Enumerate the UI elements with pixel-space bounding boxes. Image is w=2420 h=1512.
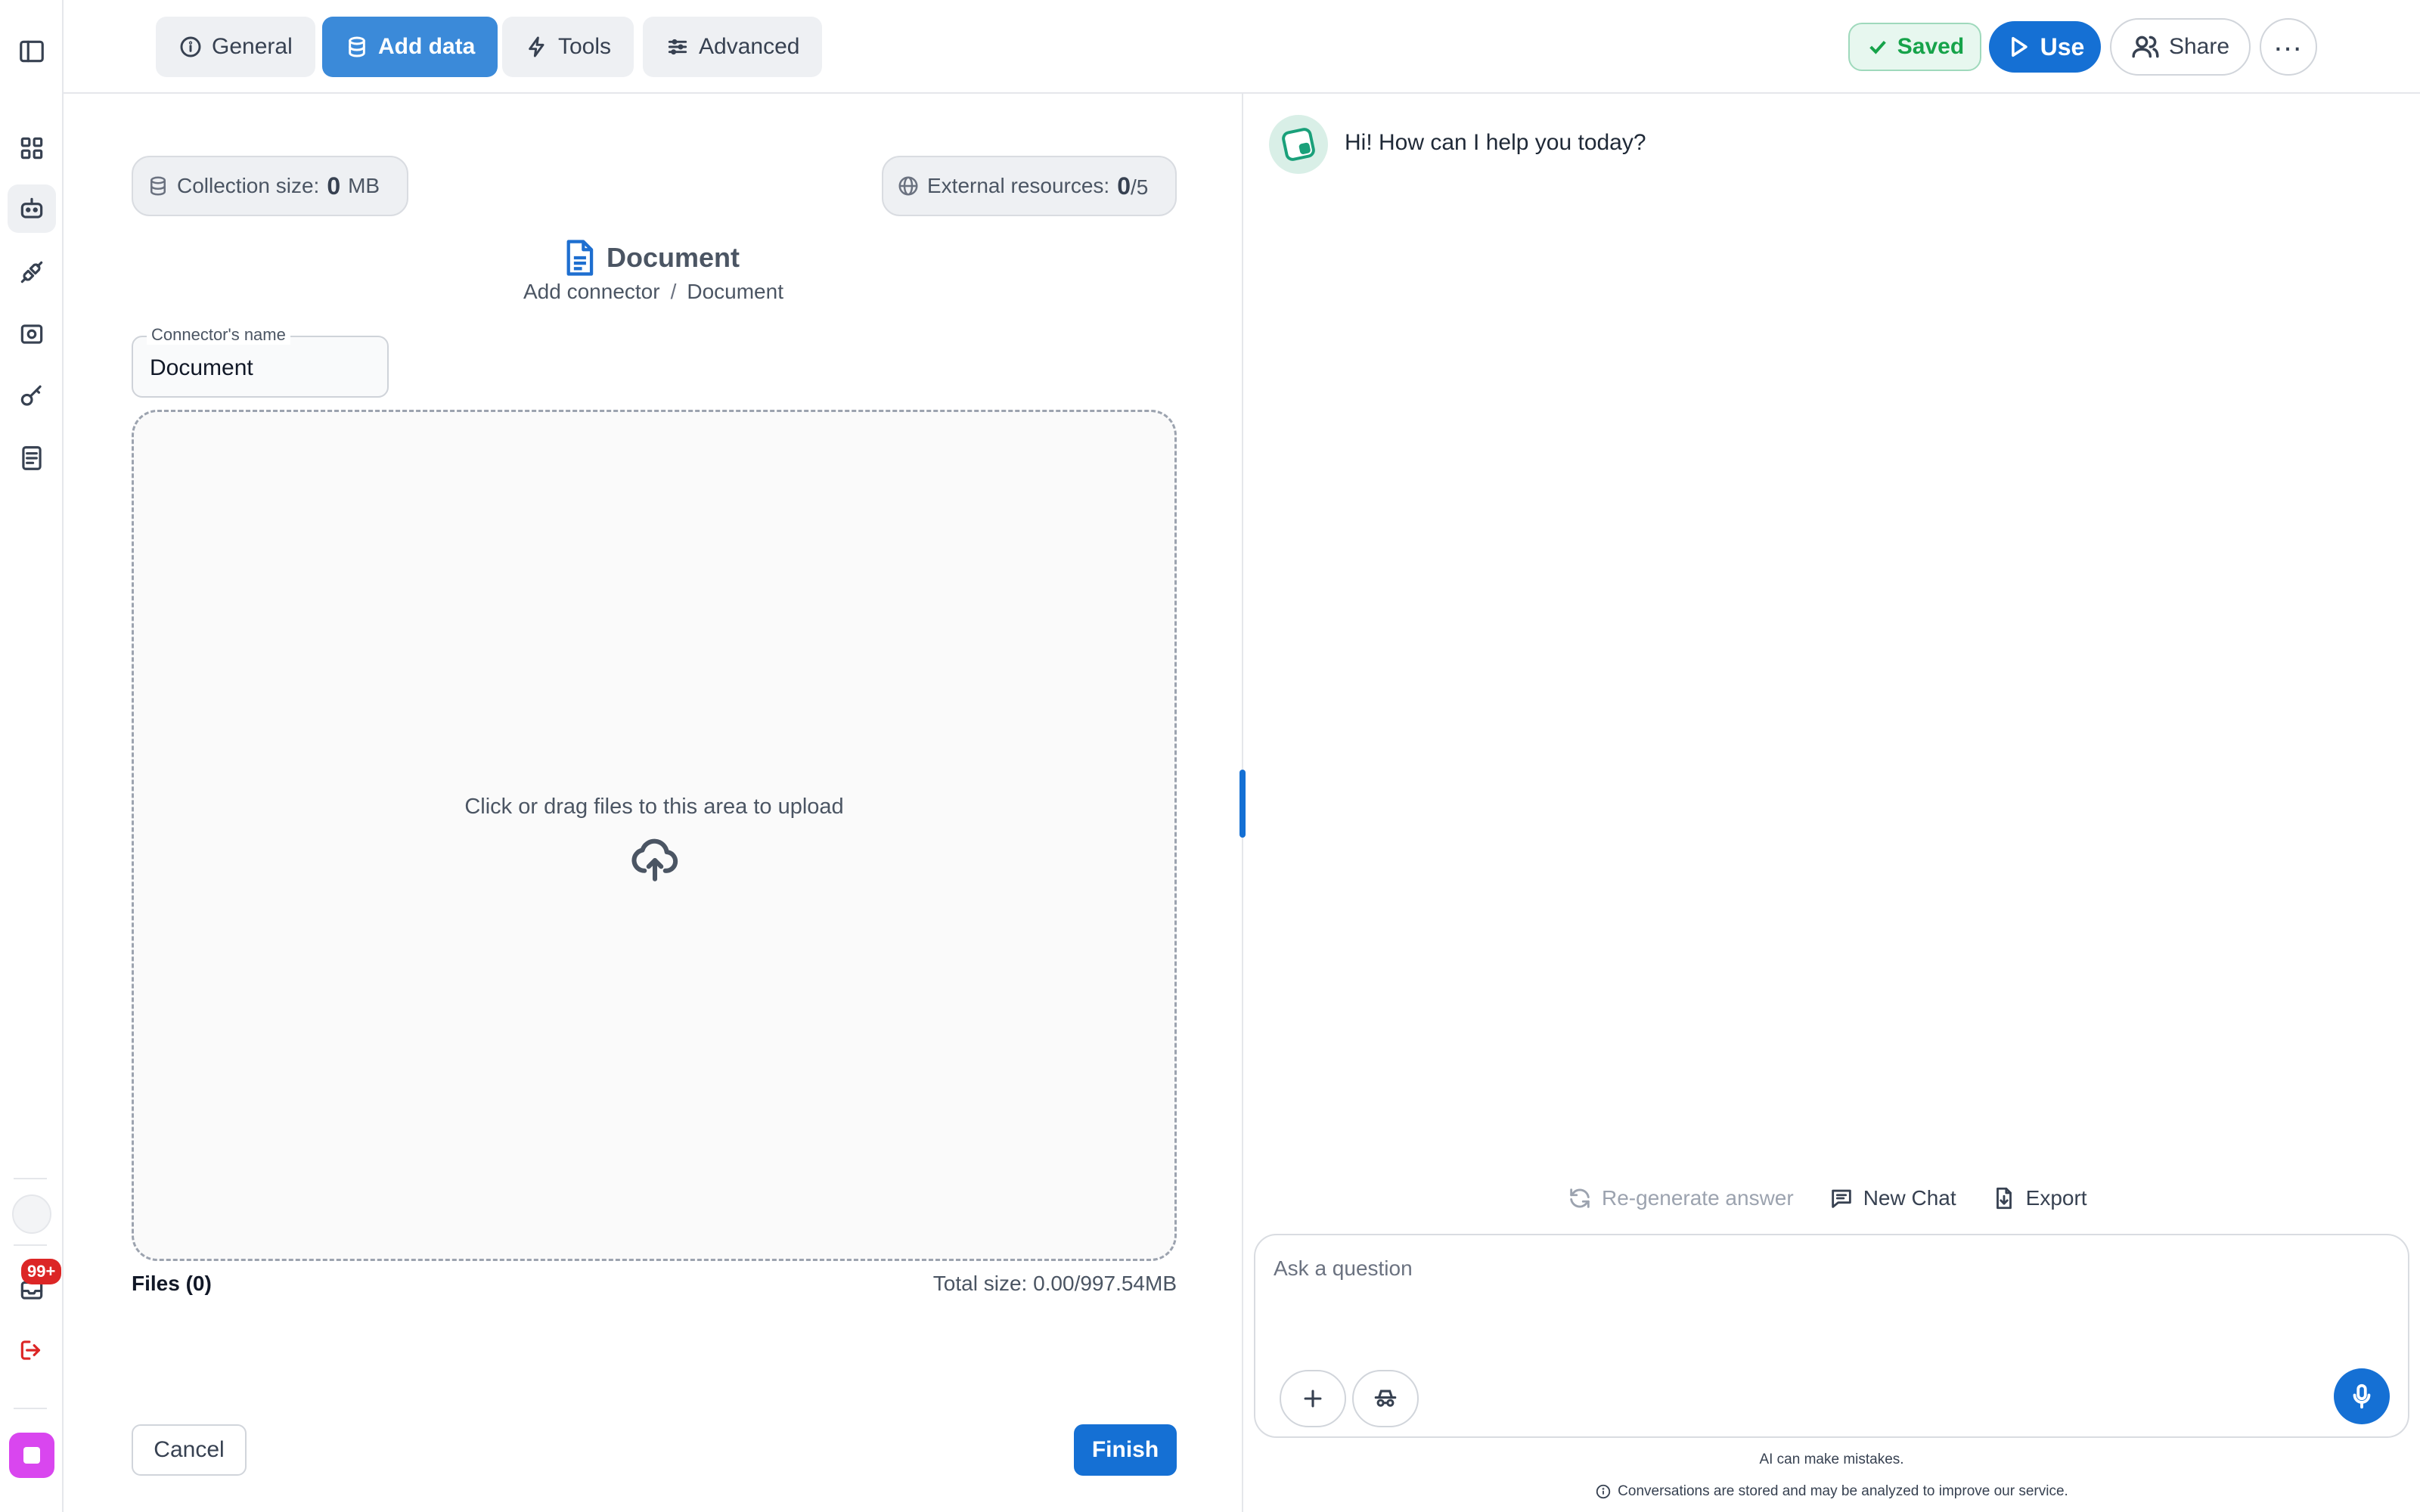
lightning-icon (529, 36, 544, 57)
privacy-notice: Conversations are stored and may be anal… (1243, 1483, 2420, 1500)
sidebar-toggle-icon[interactable] (8, 27, 56, 76)
chat-actions: Re-generate answer New Chat Export (1567, 1185, 2087, 1211)
assistant-avatar (1269, 115, 1328, 174)
regenerate-answer-button[interactable]: Re-generate answer (1567, 1185, 1794, 1211)
privacy-text: Conversations are stored and may be anal… (1618, 1483, 2068, 1499)
tab-advanced[interactable]: Advanced (643, 17, 823, 77)
finish-button[interactable]: Finish (1074, 1424, 1177, 1476)
scan-icon[interactable] (8, 310, 56, 358)
document-list-icon[interactable] (8, 434, 56, 482)
tab-label: Advanced (699, 34, 800, 59)
file-upload-dropzone[interactable]: Click or drag files to this area to uplo… (132, 410, 1177, 1261)
total-size-label: Total size: 0.00/997.54MB (932, 1272, 1177, 1295)
cancel-button[interactable]: Cancel (132, 1424, 247, 1476)
more-options-button[interactable]: … (2260, 18, 2317, 76)
use-label: Use (2040, 33, 2085, 60)
notification-badge: 99+ (21, 1259, 62, 1284)
team-avatar[interactable] (12, 1194, 51, 1234)
external-resources-value: 0 (1117, 172, 1131, 200)
collection-size-unit: MB (348, 174, 380, 197)
sliders-icon (668, 39, 687, 55)
play-icon (2011, 36, 2028, 57)
saved-status-badge: Saved (1848, 23, 1981, 71)
ai-disclaimer: AI can make mistakes. (1759, 1452, 1904, 1467)
breadcrumb: Add connector / Document (0, 280, 1307, 304)
saved-label: Saved (1897, 34, 1965, 59)
workspace-logo[interactable] (9, 1433, 54, 1478)
connector-name-value[interactable]: Document (150, 355, 253, 381)
incognito-button[interactable] (1352, 1370, 1419, 1427)
connector-name-field[interactable]: Connector's name Document (132, 325, 389, 398)
tab-label: Add data (378, 34, 476, 59)
external-resources-pill: External resources: 0/5 (882, 156, 1177, 216)
microphone-icon (2353, 1383, 2371, 1409)
resize-handle[interactable] (1239, 770, 1246, 838)
external-resources-total: /5 (1131, 175, 1149, 199)
share-button[interactable]: Share (2110, 18, 2251, 76)
share-label: Share (2168, 34, 2230, 59)
chat-icon (1831, 1189, 1851, 1208)
dropzone-text: Click or drag files to this area to uplo… (464, 795, 844, 819)
database-icon (150, 176, 166, 196)
new-chat-label: New Chat (1863, 1186, 1956, 1210)
rail-divider (14, 1178, 47, 1179)
collection-size-value: 0 (327, 172, 341, 200)
breadcrumb-document: Document (687, 280, 783, 303)
refresh-icon (1570, 1188, 1590, 1208)
logout-icon[interactable] (8, 1326, 56, 1374)
regenerate-label: Re-generate answer (1602, 1186, 1794, 1210)
tab-add-data[interactable]: Add data (322, 17, 498, 77)
rail-divider (14, 1244, 47, 1246)
export-button[interactable]: Export (1991, 1185, 2087, 1211)
connector-name-label: Connector's name (147, 325, 290, 345)
document-title: Document (607, 242, 740, 273)
page-title: Document (563, 239, 740, 277)
rail-divider (14, 1408, 47, 1409)
info-icon (1596, 1484, 1611, 1499)
tab-label: Tools (558, 34, 612, 59)
incognito-icon (1374, 1390, 1397, 1407)
breadcrumb-separator: / (670, 280, 677, 303)
cloud-upload-icon (630, 835, 680, 885)
tab-tools[interactable]: Tools (502, 17, 634, 77)
info-icon (180, 36, 201, 57)
new-chat-button[interactable]: New Chat (1829, 1185, 1956, 1211)
check-icon (1869, 40, 1886, 54)
use-button[interactable]: Use (1989, 21, 2101, 73)
microphone-button[interactable] (2334, 1368, 2390, 1424)
chat-input-box[interactable]: Ask a question (1254, 1234, 2409, 1438)
files-count-label: Files (0) (132, 1272, 212, 1295)
collection-size-label: Collection size: (177, 174, 320, 197)
chat-input[interactable]: Ask a question (1274, 1256, 1413, 1281)
tab-label: General (212, 34, 293, 59)
add-attachment-button[interactable] (1280, 1370, 1346, 1427)
document-icon (566, 240, 594, 276)
users-icon (2132, 36, 2159, 58)
breadcrumb-add-connector[interactable]: Add connector (523, 280, 660, 303)
export-label: Export (2025, 1186, 2087, 1210)
collection-size-pill: Collection size: 0 MB (132, 156, 408, 216)
left-rail: 99+ (0, 0, 64, 1512)
plus-icon (1304, 1390, 1322, 1408)
dashboard-icon[interactable] (8, 124, 56, 172)
bot-icon[interactable] (8, 184, 56, 233)
more-dots-icon: … (2273, 24, 2304, 57)
globe-icon (898, 176, 918, 196)
tab-general[interactable]: General (156, 17, 315, 77)
assistant-greeting: Hi! How can I help you today? (1345, 130, 1646, 155)
key-icon[interactable] (8, 372, 56, 420)
export-icon (1996, 1187, 2012, 1210)
database-icon (349, 36, 365, 57)
external-resources-label: External resources: (927, 174, 1110, 197)
